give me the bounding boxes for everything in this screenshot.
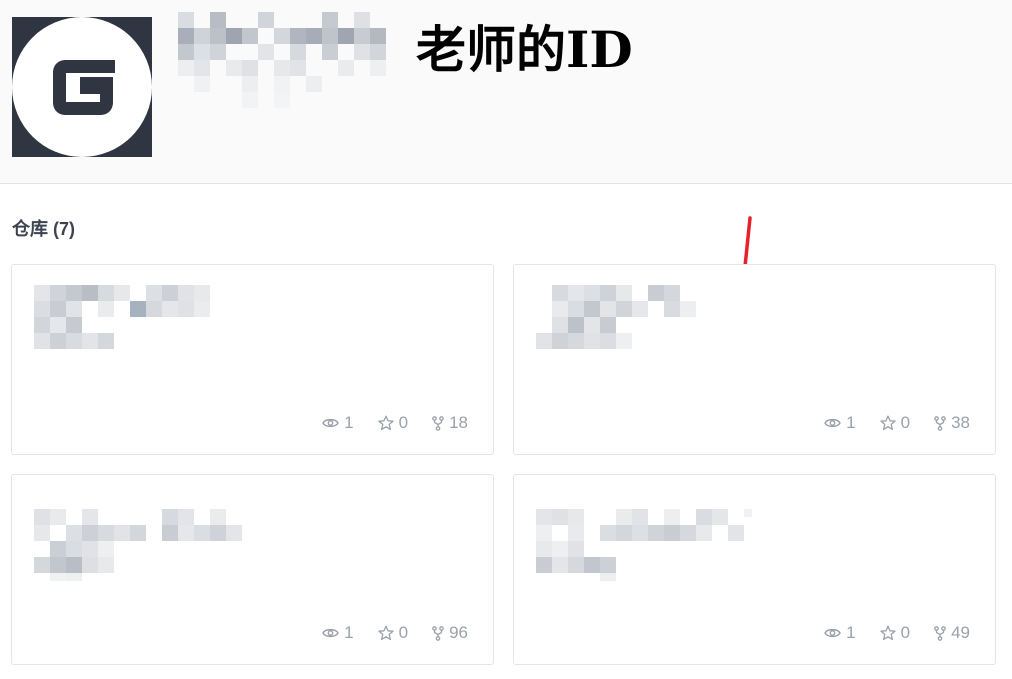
- repo-stats: 1 0 18: [322, 413, 468, 433]
- fork-count-value: 38: [951, 413, 970, 432]
- watch-count[interactable]: 1: [322, 623, 354, 643]
- fork-count[interactable]: 49: [934, 623, 970, 643]
- star-icon: [879, 625, 896, 641]
- fork-count[interactable]: 96: [432, 623, 468, 643]
- repo-stats: 1 0 38: [824, 413, 970, 433]
- fork-count[interactable]: 18: [432, 413, 468, 433]
- avatar[interactable]: [12, 17, 152, 157]
- star-count[interactable]: 0: [377, 623, 409, 643]
- repo-card[interactable]: 1 0 96: [11, 474, 494, 665]
- star-icon: [377, 415, 394, 431]
- repo-card[interactable]: 1 0 49: [513, 474, 996, 665]
- repo-card[interactable]: 1 0 38: [513, 264, 996, 455]
- fork-count-value: 18: [449, 413, 468, 432]
- watch-count-value: 1: [846, 413, 856, 432]
- fork-count[interactable]: 38: [934, 413, 970, 433]
- watch-count-value: 1: [344, 623, 354, 642]
- watch-count-value: 1: [344, 413, 354, 432]
- repo-stats: 1 0 49: [824, 623, 970, 643]
- gitee-logo-icon: [12, 17, 152, 157]
- star-count-value: 0: [398, 413, 409, 432]
- repo-card[interactable]: 1 0 18: [11, 264, 494, 455]
- repo-name-redacted[interactable]: [536, 493, 776, 583]
- repositories-heading: 仓库 (7): [12, 219, 75, 239]
- star-icon: [879, 415, 896, 431]
- star-count[interactable]: 0: [879, 623, 911, 643]
- fork-count-value: 49: [951, 623, 970, 642]
- profile-header: 老师的ID: [0, 0, 1012, 184]
- fork-icon: [934, 625, 946, 641]
- star-count-value: 0: [398, 623, 409, 642]
- username-redacted: [166, 10, 406, 110]
- star-count[interactable]: 0: [377, 413, 409, 433]
- star-count[interactable]: 0: [879, 413, 911, 433]
- fork-icon: [432, 415, 444, 431]
- watch-count[interactable]: 1: [322, 413, 354, 433]
- eye-icon: [322, 628, 339, 638]
- star-icon: [377, 625, 394, 641]
- fork-count-value: 96: [449, 623, 468, 642]
- watch-count[interactable]: 1: [824, 413, 856, 433]
- watch-count[interactable]: 1: [824, 623, 856, 643]
- star-count-value: 0: [900, 623, 911, 642]
- repo-name-redacted[interactable]: [34, 493, 274, 583]
- star-count-value: 0: [900, 413, 911, 432]
- repo-name-redacted[interactable]: [536, 283, 776, 373]
- repo-name-redacted[interactable]: [34, 283, 274, 373]
- repo-stats: 1 0 96: [322, 623, 468, 643]
- fork-icon: [432, 625, 444, 641]
- eye-icon: [824, 418, 841, 428]
- eye-icon: [824, 628, 841, 638]
- teacher-id-label: 老师的ID: [416, 20, 633, 79]
- eye-icon: [322, 418, 339, 428]
- fork-icon: [934, 415, 946, 431]
- watch-count-value: 1: [846, 623, 856, 642]
